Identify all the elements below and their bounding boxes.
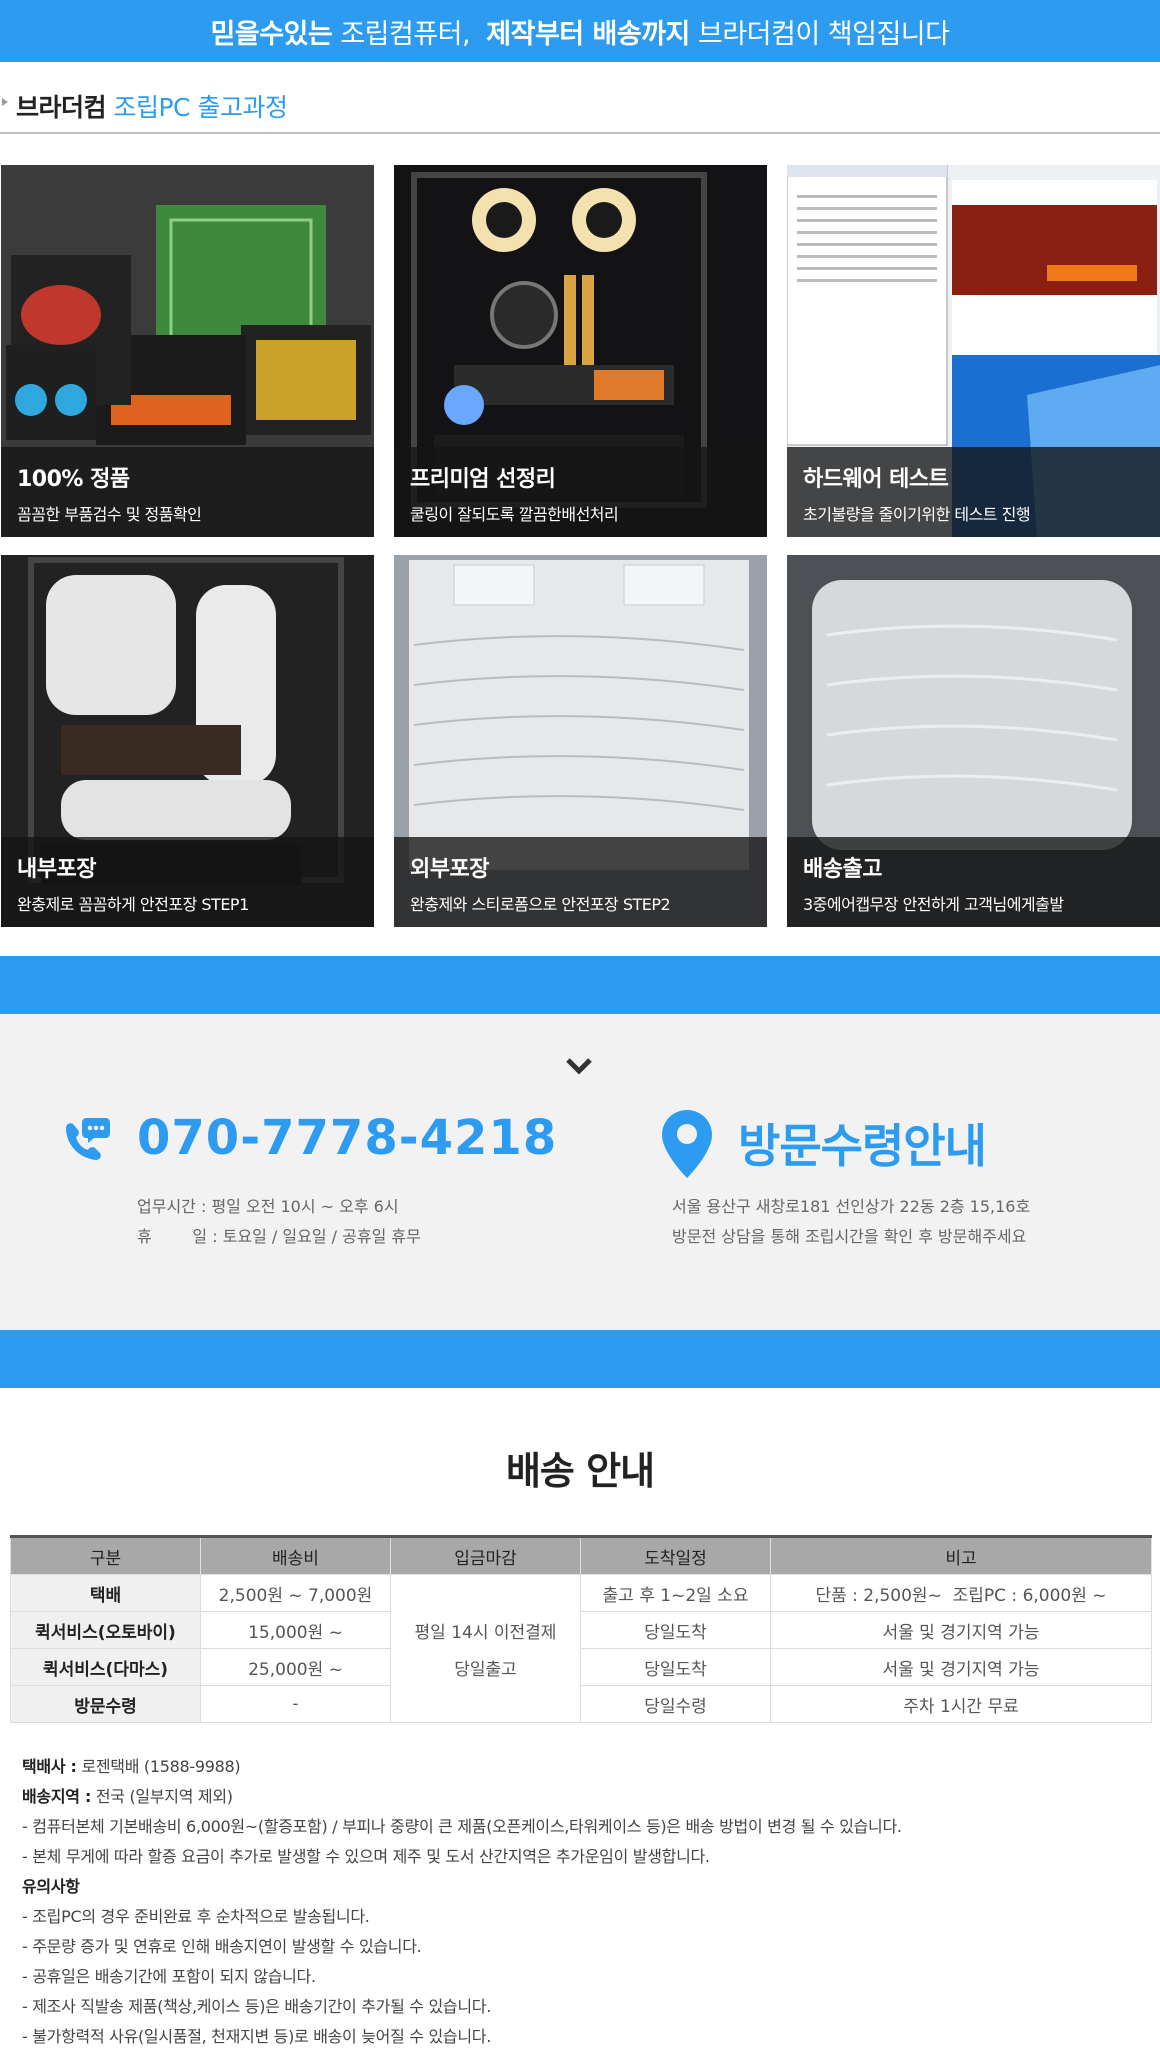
visit-note-text: 방문전 상담을 통해 조립시간을 확인 후 방문해주세요 [672,1227,1027,1246]
area-line: 배송지역 : 전국 (일부지역 제외) [22,1782,902,1812]
row-arrival: 당일도착 [580,1611,771,1649]
section-title: 브라더컴 조립PC 출고과정 [16,88,288,124]
banner-part2: 조립컴퓨터, [340,18,471,50]
row-note: 서울 및 경기지역 가능 [770,1611,1152,1649]
row-fee: 2,500원 ~ 7,000원 [200,1574,391,1612]
delivery-table: 구분 배송비 입금마감 도착일정 비고 택배 2,500원 ~ 7,000원 평… [10,1535,1152,1723]
table-row: 퀵서비스(오토바이) 15,000원 ~ 당일도착 서울 및 경기지역 가능 [10,1611,1152,1649]
step-title: 내부포장 [17,857,96,882]
area-label: 배송지역 : [22,1787,92,1806]
step-desc: 완충제로 꼼꼼하게 안전포장 STEP1 [17,895,249,914]
step-card-shipping: 배송출고 3중에어캡무장 안전하게 고객님에게출발 [787,555,1160,927]
header-note: 비고 [770,1535,1152,1575]
business-hours: 업무시간 : 평일 오전 10시 ~ 오후 6시 휴 일 : 토요일 / 일요일… [137,1192,421,1252]
row-type: 방문수령 [10,1685,201,1723]
row-note: 단품 : 2,500원~ 조립PC : 6,000원 ~ [770,1574,1152,1612]
contact-section: 070-7778-4218 업무시간 : 평일 오전 10시 ~ 오후 6시 휴… [0,1014,1160,1330]
courier-line: 택배사 : 로젠택배 (1588-9988) [22,1752,902,1782]
process-grid: 100% 정품 꼼꼼한 부품검수 및 정품확인 프리미엄 선정리 쿨링이 잘되도… [0,165,1160,927]
section-title-process: 조립PC 출고과정 [113,93,288,122]
delivery-notes: 택배사 : 로젠택배 (1588-9988) 배송지역 : 전국 (일부지역 제… [22,1752,902,2050]
step-title: 배송출고 [803,857,882,882]
visit-info: 서울 용산구 새창로181 선인상가 22동 2층 15,16호 방문전 상담을… [672,1192,1030,1252]
row-type: 택배 [10,1574,201,1612]
row-arrival: 당일수령 [580,1685,771,1723]
step-card-inner-pack: 내부포장 완충제로 꼼꼼하게 안전포장 STEP1 [1,555,374,927]
step-card-cable: 프리미엄 선정리 쿨링이 잘되도록 깔끔한배선처리 [394,165,767,537]
header-type: 구분 [10,1535,201,1575]
section-title-brand: 브라더컴 [16,93,107,122]
banner-part3: 제작부터 배송까지 [486,18,690,50]
step-desc: 3중에어캡무장 안전하게 고객님에게출발 [803,895,1064,914]
caution-line-5: - 불가항력적 사유(일시품절, 천재지변 등)로 배송이 늦어질 수 있습니다… [22,2027,491,2046]
step-title: 100% 정품 [17,467,130,492]
bullet-arrow-icon [2,98,8,106]
table-row: 방문수령 - 당일수령 주차 1시간 무료 [10,1685,1152,1723]
hours-text: 업무시간 : 평일 오전 10시 ~ 오후 6시 [137,1197,399,1216]
courier-value: 로젠택배 (1588-9988) [81,1757,241,1776]
step-caption: 배송출고 3중에어캡무장 안전하게 고객님에게출발 [787,837,1160,927]
section-header: 브라더컴 조립PC 출고과정 [0,84,1160,134]
row-note: 주차 1시간 무료 [770,1685,1152,1723]
chevron-down-icon [566,1058,592,1075]
header-deadline: 입금마감 [390,1535,581,1575]
location-pin-icon [662,1110,712,1178]
table-header-row: 구분 배송비 입금마감 도착일정 비고 [10,1535,1152,1575]
row-fee: - [200,1685,391,1723]
row-type: 퀵서비스(오토바이) [10,1611,201,1649]
row-note: 서울 및 경기지역 가능 [770,1648,1152,1686]
table-row: 택배 2,500원 ~ 7,000원 평일 14시 이전결제 당일출고 출고 후… [10,1574,1152,1723]
step-caption: 내부포장 완충제로 꼼꼼하게 안전포장 STEP1 [1,837,374,927]
step-title: 프리미엄 선정리 [410,467,556,492]
phone-chat-icon [66,1118,110,1160]
step-desc: 꼼꼼한 부품검수 및 정품확인 [17,505,202,524]
note-line-1: - 컴퓨터본체 기본배송비 6,000원~(할증포함) / 부피나 중량이 큰 … [22,1817,902,1836]
step-desc: 완충제와 스티로폼으로 안전포장 STEP2 [410,895,671,914]
caution-line-2: - 주문량 증가 및 연휴로 인해 배송지연이 발생할 수 있습니다. [22,1937,422,1956]
row-arrival: 출고 후 1~2일 소요 [580,1574,771,1612]
step-caption: 프리미엄 선정리 쿨링이 잘되도록 깔끔한배선처리 [394,447,767,537]
row-arrival: 당일도착 [580,1648,771,1686]
banner-part1: 믿을수있는 [210,18,333,50]
step-card-genuine: 100% 정품 꼼꼼한 부품검수 및 정품확인 [1,165,374,537]
row-deadline: 평일 14시 이전결제 당일출고 [390,1574,581,1723]
step-desc: 초기불량을 줄이기위한 테스트 진행 [803,505,1031,524]
top-banner: 믿을수있는 조립컴퓨터, 제작부터 배송까지 브라더컴이 책임집니다 [0,0,1160,62]
step-card-test: 하드웨어 테스트 초기불량을 줄이기위한 테스트 진행 [787,165,1160,537]
header-fee: 배송비 [200,1535,391,1575]
header-arrival: 도착일정 [580,1535,771,1575]
table-row: 퀵서비스(다마스) 25,000원 ~ 당일도착 서울 및 경기지역 가능 [10,1648,1152,1686]
phone-number[interactable]: 070-7778-4218 [137,1110,557,1166]
step-title: 외부포장 [410,857,489,882]
step-caption: 외부포장 완충제와 스티로폼으로 안전포장 STEP2 [394,837,767,927]
row-type: 퀵서비스(다마스) [10,1648,201,1686]
step-card-outer-pack: 외부포장 완충제와 스티로폼으로 안전포장 STEP2 [394,555,767,927]
courier-label: 택배사 : [22,1757,77,1776]
caution-line-4: - 제조사 직발송 제품(책상,케이스 등)은 배송기간이 추가될 수 있습니다… [22,1997,491,2016]
row-fee: 25,000원 ~ [200,1648,391,1686]
row-fee: 15,000원 ~ [200,1611,391,1649]
caution-label: 유의사항 [22,1877,80,1896]
step-caption: 100% 정품 꼼꼼한 부품검수 및 정품확인 [1,447,374,537]
step-desc: 쿨링이 잘되도록 깔끔한배선처리 [410,505,619,524]
deadline-line2: 당일출고 [454,1659,517,1680]
caution-line-3: - 공휴일은 배송기간에 포함이 되지 않습니다. [22,1967,316,1986]
banner-part4: 브라더컴이 책임집니다 [698,18,950,50]
divider-bar-top [0,956,1160,1014]
delivery-title: 배송 안내 [505,1449,655,1493]
step-caption: 하드웨어 테스트 초기불량을 줄이기위한 테스트 진행 [787,447,1160,537]
holiday-text: 휴 일 : 토요일 / 일요일 / 공휴일 휴무 [137,1227,421,1246]
address-text: 서울 용산구 새창로181 선인상가 22동 2층 15,16호 [672,1197,1031,1216]
caution-line-1: - 조립PC의 경우 준비완료 후 순차적으로 발송됩니다. [22,1907,370,1926]
divider-bar-bottom [0,1330,1160,1388]
step-title: 하드웨어 테스트 [803,467,949,492]
note-line-2: - 본체 무게에 따라 할증 요금이 추가로 발생할 수 있으며 제주 및 도서… [22,1847,710,1866]
area-value: 전국 (일부지역 제외) [95,1787,233,1806]
visit-pickup-title: 방문수령안내 [738,1119,987,1173]
deadline-line1: 평일 14시 이전결제 [414,1622,557,1643]
